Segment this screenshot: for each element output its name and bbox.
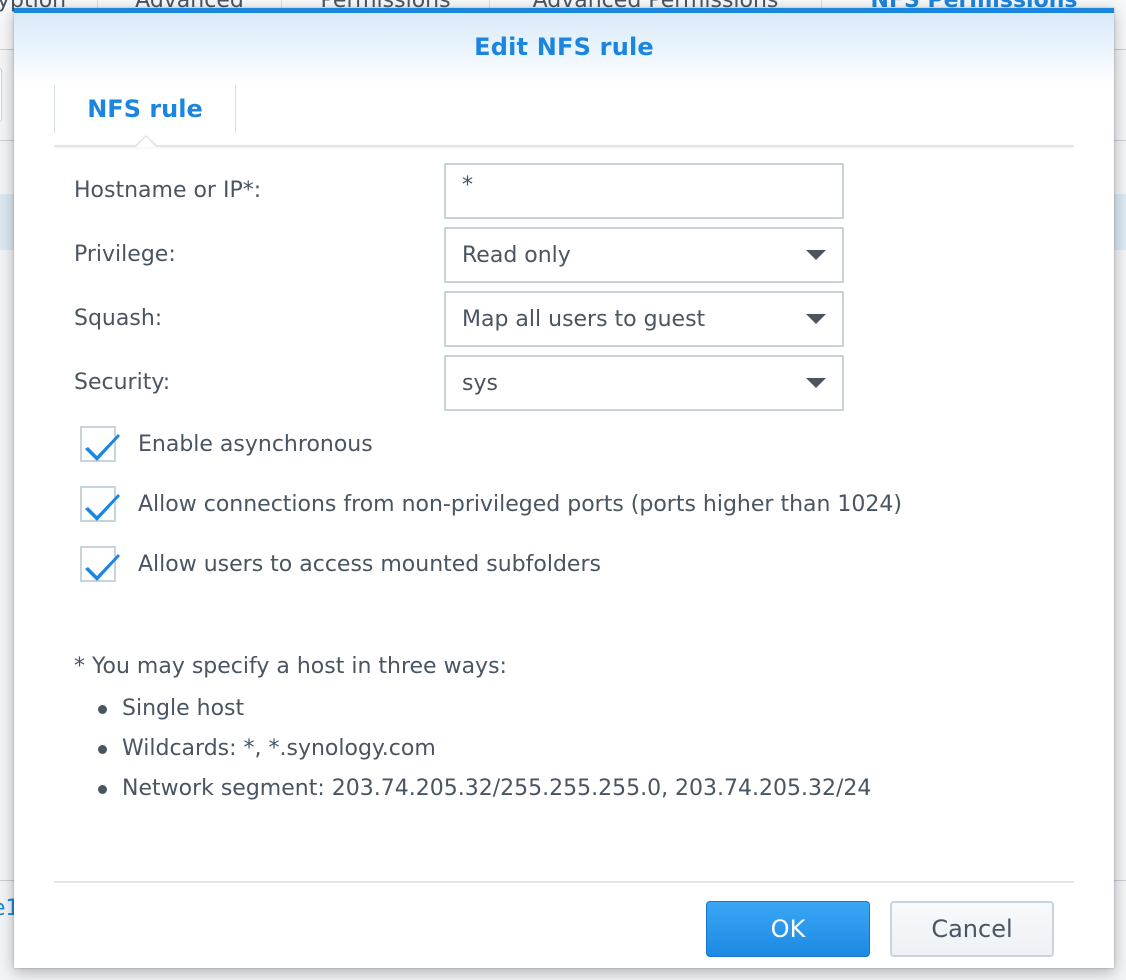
non-privileged-ports-checkbox[interactable] [80,486,120,522]
privilege-row: Privilege: Read only [74,227,844,283]
hostname-row: Hostname or IP*: [74,163,844,219]
bullet-icon [98,785,107,794]
security-label: Security: [74,370,171,395]
help-item: Network segment: 203.74.205.32/255.255.2… [96,769,871,809]
mounted-subfolders-checkbox-row[interactable]: Allow users to access mounted subfolders [80,544,601,584]
check-icon [85,434,120,461]
privilege-select[interactable]: Read only [444,227,844,283]
squash-row: Squash: Map all users to guest [74,291,844,347]
non-privileged-ports-checkbox-row[interactable]: Allow connections from non-privileged po… [80,484,902,524]
privilege-label: Privilege: [74,242,176,267]
enable-async-checkbox-row[interactable]: Enable asynchronous [80,424,373,464]
enable-async-checkbox[interactable] [80,426,120,462]
dialog-tab-strip: NFS rule [54,85,1074,147]
tab-underline [54,145,1074,147]
hostname-input[interactable] [444,163,844,219]
ok-button[interactable]: OK [706,901,870,957]
caret-down-icon[interactable] [806,378,826,388]
squash-label: Squash: [74,306,163,331]
background-toolbar-button[interactable] [0,68,2,122]
security-value: sys [462,370,498,396]
squash-select[interactable]: Map all users to guest [444,291,844,347]
check-icon [85,494,120,521]
host-help-text: * You may specify a host in three ways: … [74,649,871,809]
help-title: * You may specify a host in three ways: [74,654,507,679]
tab-nfs-rule[interactable]: NFS rule [54,85,236,133]
tab-label: NFS rule [87,95,203,123]
bullet-icon [98,745,107,754]
privilege-value: Read only [462,242,571,268]
help-item: Single host [96,689,871,729]
enable-async-label: Enable asynchronous [138,431,373,457]
check-icon [85,554,120,581]
hostname-label: Hostname or IP*: [74,178,262,203]
cancel-button[interactable]: Cancel [890,901,1054,957]
help-item-text: Single host [122,696,245,721]
help-item-text: Network segment: 203.74.205.32/255.255.2… [122,776,872,801]
dialog-title: Edit NFS rule [474,33,654,61]
security-select[interactable]: sys [444,355,844,411]
help-item-text: Wildcards: *, *.synology.com [122,736,436,761]
mounted-subfolders-label: Allow users to access mounted subfolders [138,551,601,577]
security-row: Security: sys [74,355,844,411]
help-list: Single host Wildcards: *, *.synology.com… [96,689,871,809]
active-tab-pointer [134,135,158,147]
mounted-subfolders-checkbox[interactable] [80,546,120,582]
edit-nfs-rule-dialog: Edit NFS rule NFS rule Hostname or IP*: … [14,8,1114,968]
caret-down-icon[interactable] [806,250,826,260]
bullet-icon [98,705,107,714]
dialog-header: Edit NFS rule [14,13,1114,85]
caret-down-icon[interactable] [806,314,826,324]
non-privileged-ports-label: Allow connections from non-privileged po… [138,491,903,517]
footer-divider [54,881,1074,883]
squash-value: Map all users to guest [462,306,706,332]
help-item: Wildcards: *, *.synology.com [96,729,871,769]
